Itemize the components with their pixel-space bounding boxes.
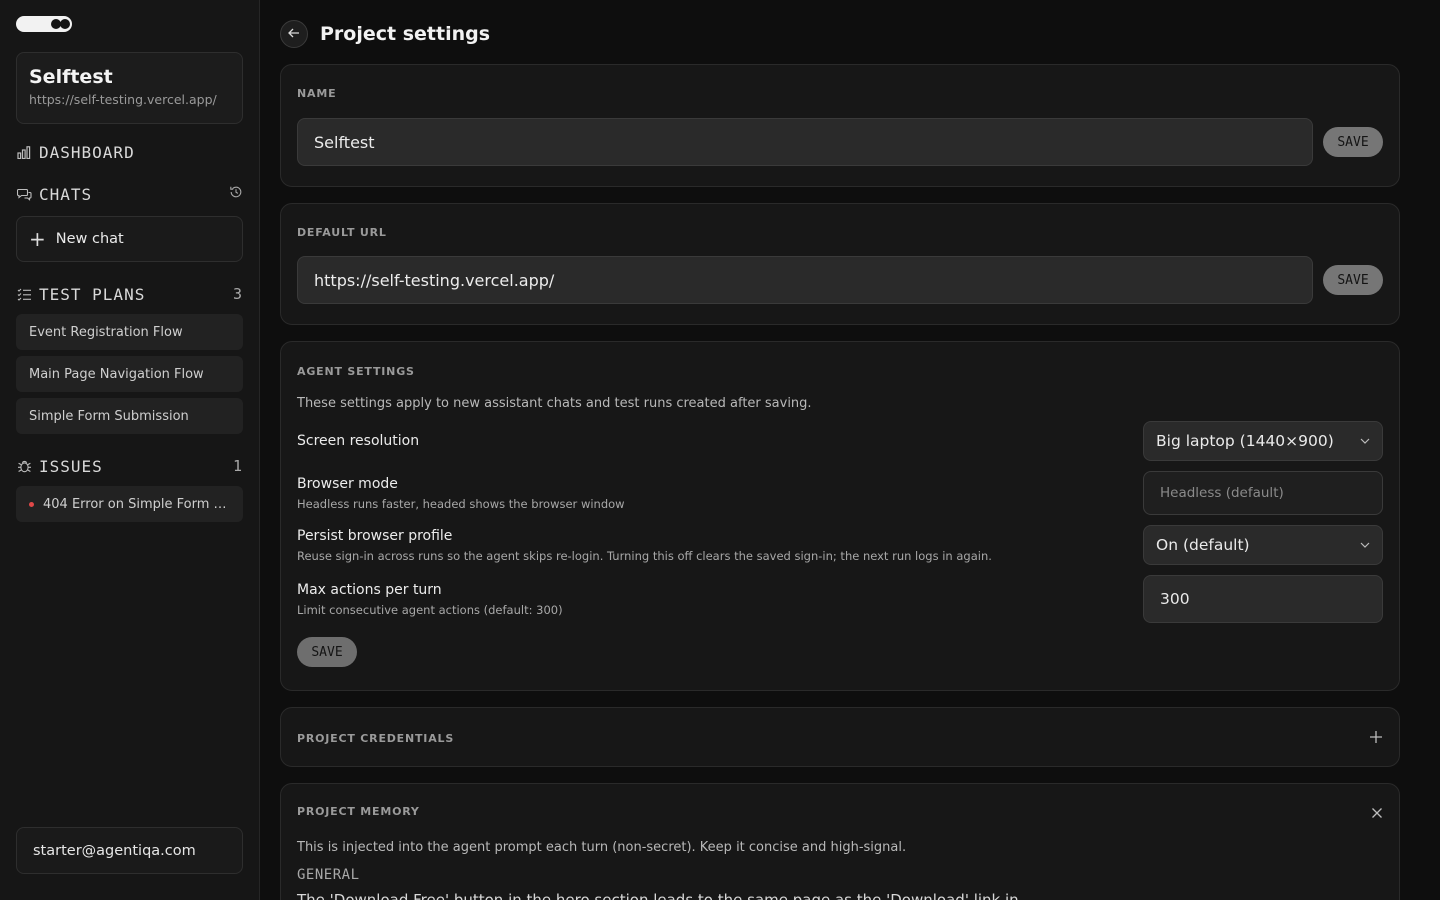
- memory-section-label: GENERAL: [297, 867, 360, 883]
- name-label: NAME: [297, 87, 337, 100]
- browser-mode-subtitle: Headless runs faster, headed shows the b…: [297, 496, 625, 511]
- agent-settings-description: These settings apply to new assistant ch…: [297, 396, 812, 411]
- chevron-down-icon: [1360, 540, 1370, 551]
- chevron-down-icon: [1360, 436, 1370, 447]
- close-icon[interactable]: [1371, 802, 1383, 822]
- browser-mode-row: Browser mode Headless runs faster, heade…: [297, 471, 1383, 515]
- nav-dashboard[interactable]: DASHBOARD: [16, 140, 243, 164]
- user-account-button[interactable]: starter@agentiqa.com: [16, 827, 243, 874]
- nav-test-plans[interactable]: TEST PLANS 3: [16, 282, 243, 306]
- name-card: NAME Selftest SAVE: [280, 64, 1400, 187]
- issue-item[interactable]: 404 Error on Simple Form p...: [16, 486, 243, 522]
- save-agent-settings-button[interactable]: SAVE: [297, 637, 357, 667]
- save-name-button[interactable]: SAVE: [1323, 127, 1383, 157]
- persist-profile-select[interactable]: On (default): [1143, 525, 1383, 565]
- max-actions-row: Max actions per turn Limit consecutive a…: [297, 575, 1383, 623]
- screen-resolution-value: Big laptop (1440×900): [1156, 432, 1334, 450]
- project-card[interactable]: Selftest https://self-testing.vercel.app…: [16, 52, 243, 124]
- issues-count: 1: [232, 457, 243, 475]
- bar-chart-icon: [16, 144, 32, 160]
- url-input-row: https://self-testing.vercel.app/ SAVE: [297, 256, 1383, 304]
- name-input-row: Selftest SAVE: [297, 118, 1383, 166]
- plus-icon: +: [29, 227, 46, 251]
- persist-profile-row: Persist browser profile Reuse sign-in ac…: [297, 525, 1383, 565]
- max-actions-title: Max actions per turn: [297, 581, 442, 598]
- project-name: Selftest: [29, 66, 113, 88]
- max-actions-input[interactable]: 300: [1143, 575, 1383, 623]
- persist-profile-subtitle: Reuse sign-in across runs so the agent s…: [297, 548, 992, 563]
- user-email: starter@agentiqa.com: [33, 842, 196, 859]
- checklist-icon: [16, 286, 32, 302]
- project-memory-description: This is injected into the agent prompt e…: [297, 840, 907, 855]
- persist-profile-title: Persist browser profile: [297, 527, 453, 544]
- nav-issues-label: ISSUES: [39, 456, 103, 476]
- memory-entry-text[interactable]: The 'Download Free' button in the hero s…: [297, 891, 1383, 900]
- browser-mode-select[interactable]: Headless (default): [1143, 471, 1383, 515]
- test-plan-item[interactable]: Simple Form Submission: [16, 398, 243, 434]
- nav-chats-label: CHATS: [39, 184, 93, 204]
- test-plan-label: Main Page Navigation Flow: [29, 366, 204, 382]
- error-dot-icon: [29, 501, 34, 507]
- test-plan-item[interactable]: Event Registration Flow: [16, 314, 243, 350]
- screen-resolution-title: Screen resolution: [297, 433, 420, 449]
- save-url-button[interactable]: SAVE: [1323, 265, 1383, 295]
- project-memory-card: PROJECT MEMORY This is injected into the…: [280, 783, 1400, 900]
- default-url-card: DEFAULT URL https://self-testing.vercel.…: [280, 203, 1400, 325]
- agent-settings-label: AGENT SETTINGS: [297, 365, 415, 378]
- browser-mode-value: Headless (default): [1160, 485, 1284, 501]
- plus-icon[interactable]: [1369, 727, 1383, 747]
- max-actions-value: 300: [1160, 590, 1190, 608]
- page-header: Project settings: [280, 20, 1400, 48]
- logo-dot-icon: [60, 19, 70, 29]
- issue-label: 404 Error on Simple Form p...: [43, 496, 235, 512]
- chat-bubbles-icon: [16, 186, 32, 202]
- nav-chats[interactable]: CHATS: [16, 182, 243, 206]
- browser-mode-title: Browser mode: [297, 475, 398, 492]
- project-memory-label: PROJECT MEMORY: [297, 805, 420, 818]
- test-plan-label: Simple Form Submission: [29, 408, 189, 424]
- screen-resolution-select[interactable]: Big laptop (1440×900): [1143, 421, 1383, 461]
- sidebar: Selftest https://self-testing.vercel.app…: [0, 0, 260, 900]
- project-credentials-card[interactable]: PROJECT CREDENTIALS: [280, 707, 1400, 767]
- back-button[interactable]: [280, 20, 308, 48]
- main-content: Project settings NAME Selftest SAVE DEFA…: [260, 0, 1440, 900]
- nav-test-plans-label: TEST PLANS: [39, 284, 146, 304]
- history-icon[interactable]: [229, 185, 243, 203]
- bug-icon: [16, 458, 32, 474]
- project-name-input[interactable]: Selftest: [297, 118, 1313, 166]
- default-url-input[interactable]: https://self-testing.vercel.app/: [297, 256, 1313, 304]
- agent-settings-card: AGENT SETTINGS These settings apply to n…: [280, 341, 1400, 691]
- screen-resolution-row: Screen resolution Big laptop (1440×900): [297, 421, 1383, 461]
- new-chat-label: New chat: [55, 231, 124, 247]
- project-url: https://self-testing.vercel.app/: [29, 92, 217, 107]
- nav-dashboard-label: DASHBOARD: [39, 142, 135, 162]
- arrow-left-icon: [288, 27, 300, 42]
- test-plan-item[interactable]: Main Page Navigation Flow: [16, 356, 243, 392]
- default-url-label: DEFAULT URL: [297, 226, 387, 239]
- app-logo[interactable]: [16, 16, 72, 32]
- nav-issues[interactable]: ISSUES 1: [16, 454, 243, 478]
- project-credentials-label: PROJECT CREDENTIALS: [297, 732, 455, 745]
- max-actions-subtitle: Limit consecutive agent actions (default…: [297, 602, 563, 617]
- new-chat-button[interactable]: + New chat: [16, 216, 243, 262]
- page-title: Project settings: [320, 23, 491, 45]
- persist-profile-value: On (default): [1156, 536, 1250, 554]
- test-plans-count: 3: [232, 285, 243, 303]
- test-plan-label: Event Registration Flow: [29, 324, 183, 340]
